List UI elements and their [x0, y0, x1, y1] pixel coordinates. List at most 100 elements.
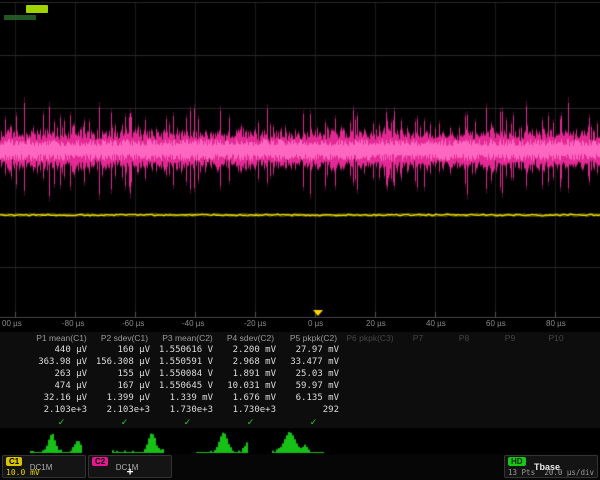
- timebase-points: 13 Pts: [508, 467, 535, 478]
- meas-header-p3[interactable]: P3 mean(C2): [156, 332, 219, 345]
- meas-value-p10: [533, 405, 579, 417]
- meas-value-p1: 363.98 µV: [30, 357, 93, 369]
- meas-status-p4: ✓: [219, 417, 282, 428]
- meas-value-p3: 1.550591 V: [156, 357, 219, 369]
- meas-value-p3: 1.339 mV: [156, 393, 219, 405]
- meas-value-p2: 2.103e+3: [93, 405, 156, 417]
- meas-value-p10: [533, 393, 579, 405]
- add-trace-button[interactable]: +: [92, 467, 168, 478]
- meas-value-p8: [441, 345, 487, 357]
- meas-spacer: [0, 345, 30, 357]
- meas-value-p2: 167 µV: [93, 381, 156, 393]
- meas-header-p7[interactable]: P7: [395, 332, 441, 345]
- meas-value-p5: 292: [282, 405, 345, 417]
- meas-value-p1: 263 µV: [30, 369, 93, 381]
- meas-value-p5: 59.97 mV: [282, 381, 345, 393]
- meas-value-p10: [533, 381, 579, 393]
- meas-value-p3: 1.550084 V: [156, 369, 219, 381]
- waveform-display[interactable]: 00 µs-80 µs-60 µs-40 µs-20 µs0 µs20 µs40…: [0, 0, 600, 332]
- c2-chip: C2: [92, 457, 108, 466]
- meas-value-p1: 474 µV: [30, 381, 93, 393]
- meas-value-p2: 156.308 µV: [93, 357, 156, 369]
- meas-value-p9: [487, 381, 533, 393]
- time-axis: 00 µs-80 µs-60 µs-40 µs-20 µs0 µs20 µs40…: [0, 318, 600, 332]
- meas-header-p4[interactable]: P4 sdev(C2): [219, 332, 282, 345]
- meas-value-p2: 1.399 µV: [93, 393, 156, 405]
- meas-header-p9[interactable]: P9: [487, 332, 533, 345]
- meas-value-p6: [345, 393, 395, 405]
- meas-status-p5: ✓: [282, 417, 345, 428]
- meas-status-p7: [395, 417, 441, 428]
- meas-spacer: [0, 405, 30, 417]
- meas-value-p4: 1.676 mV: [219, 393, 282, 405]
- meas-status-p8: [441, 417, 487, 428]
- waveform-canvas: [0, 0, 600, 318]
- meas-status-p10: [533, 417, 579, 428]
- c1-chip: C1: [6, 457, 22, 466]
- meas-value-p6: [345, 405, 395, 417]
- time-tick-label: -40 µs: [182, 319, 204, 328]
- meas-value-p4: 2.968 mV: [219, 357, 282, 369]
- time-tick-label: -60 µs: [122, 319, 144, 328]
- meas-value-p5: 27.97 mV: [282, 345, 345, 357]
- meas-header-p5[interactable]: P5 pkpk(C2): [282, 332, 345, 345]
- meas-value-p6: [345, 345, 395, 357]
- meas-value-p7: [395, 345, 441, 357]
- meas-value-p9: [487, 369, 533, 381]
- meas-value-p3: 1.550616 V: [156, 345, 219, 357]
- meas-value-p1: 32.16 µV: [30, 393, 93, 405]
- meas-value-p5: 25.03 mV: [282, 369, 345, 381]
- meas-value-p7: [395, 393, 441, 405]
- time-tick-label: -20 µs: [244, 319, 266, 328]
- meas-value-p9: [487, 357, 533, 369]
- meas-header-p8[interactable]: P8: [441, 332, 487, 345]
- meas-status-p6: [345, 417, 395, 428]
- oscilloscope-screen: 00 µs-80 µs-60 µs-40 µs-20 µs0 µs20 µs40…: [0, 0, 600, 480]
- meas-value-p3: 1.550645 V: [156, 381, 219, 393]
- meas-value-p1: 2.103e+3: [30, 405, 93, 417]
- time-tick-label: 00 µs: [2, 319, 22, 328]
- meas-status-p2: ✓: [93, 417, 156, 428]
- meas-value-p8: [441, 381, 487, 393]
- meas-value-p4: 1.730e+3: [219, 405, 282, 417]
- meas-spacer: [0, 357, 30, 369]
- c2-descriptor-box[interactable]: C2 DC1M +: [88, 455, 172, 478]
- meas-value-p3: 1.730e+3: [156, 405, 219, 417]
- meas-spacer: [0, 369, 30, 381]
- meas-value-p4: 2.200 mV: [219, 345, 282, 357]
- meas-value-p2: 155 µV: [93, 369, 156, 381]
- meas-spacer: [0, 417, 30, 428]
- meas-value-p4: 1.891 mV: [219, 369, 282, 381]
- meas-value-p7: [395, 357, 441, 369]
- histicon-strip: [0, 428, 600, 454]
- meas-value-p8: [441, 393, 487, 405]
- descriptor-bar: C1 DC1M 10.0 mV C2 DC1M + HD Tbase 13 Pt…: [0, 454, 600, 480]
- meas-header-p2[interactable]: P2 sdev(C1): [93, 332, 156, 345]
- meas-value-p8: [441, 405, 487, 417]
- meas-value-p7: [395, 369, 441, 381]
- top-left-badge: [26, 5, 48, 13]
- c1-descriptor-box[interactable]: C1 DC1M 10.0 mV: [2, 455, 86, 478]
- meas-spacer: [0, 381, 30, 393]
- timebase-scale: 20.0 µs/div: [544, 467, 594, 478]
- meas-status-p1: ✓: [30, 417, 93, 428]
- time-tick-label: -80 µs: [62, 319, 84, 328]
- top-left-indicator: [4, 15, 36, 20]
- meas-status-p9: [487, 417, 533, 428]
- meas-value-p9: [487, 345, 533, 357]
- meas-header-p1[interactable]: P1 mean(C1): [30, 332, 93, 345]
- time-tick-label: 20 µs: [366, 319, 386, 328]
- meas-value-p2: 160 µV: [93, 345, 156, 357]
- meas-row-label-column: [0, 332, 30, 345]
- meas-value-p9: [487, 405, 533, 417]
- meas-header-p6[interactable]: P6 pkpk(C3): [345, 332, 395, 345]
- timebase-descriptor-box[interactable]: HD Tbase 13 Pts 20.0 µs/div: [504, 455, 598, 478]
- time-tick-label: 40 µs: [426, 319, 446, 328]
- hd-badge: HD: [508, 457, 526, 466]
- meas-value-p1: 440 µV: [30, 345, 93, 357]
- meas-value-p6: [345, 357, 395, 369]
- meas-header-p10[interactable]: P10: [533, 332, 579, 345]
- meas-value-p10: [533, 345, 579, 357]
- meas-value-p7: [395, 405, 441, 417]
- meas-value-p9: [487, 393, 533, 405]
